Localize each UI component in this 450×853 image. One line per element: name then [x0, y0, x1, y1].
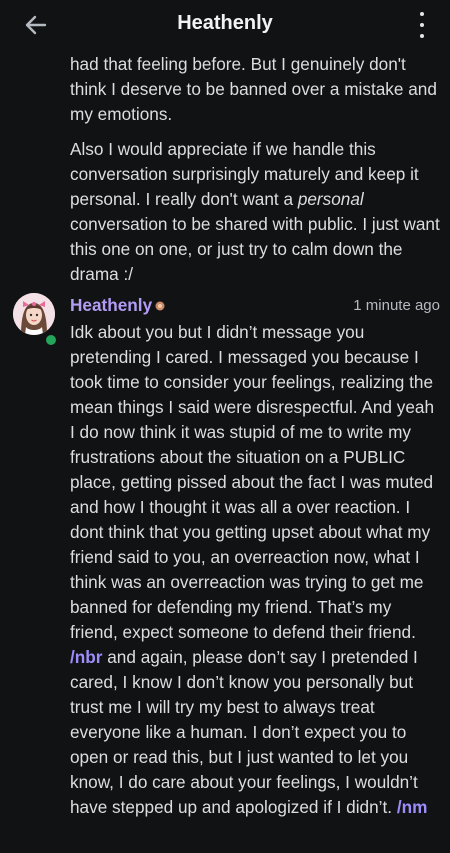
message-list[interactable]: had that feeling before. But I genuinely…	[0, 50, 450, 853]
emphasis-text: personal	[297, 189, 364, 209]
channel-title: Heathenly	[177, 12, 273, 34]
message-text: Idk about you but I didn’t message you p…	[70, 322, 435, 817]
avatar-image	[13, 293, 55, 335]
tone-tag: /nm	[396, 797, 428, 817]
top-bar: Heathenly	[0, 0, 450, 50]
message-text: Also I would appreciate if we handle thi…	[70, 139, 440, 284]
online-status-indicator	[44, 333, 58, 347]
message-text: had that feeling before. But I genuinely…	[70, 54, 437, 124]
more-vertical-icon	[420, 12, 424, 16]
tone-tag: /nbr	[70, 647, 103, 667]
more-options-button[interactable]	[412, 12, 432, 38]
role-badge-icon	[155, 301, 165, 311]
author-name[interactable]: Heathenly	[70, 295, 152, 316]
message-header: Heathenly 1 minute ago	[70, 295, 440, 319]
avatar[interactable]	[13, 293, 55, 335]
timestamp: 1 minute ago	[353, 297, 440, 314]
